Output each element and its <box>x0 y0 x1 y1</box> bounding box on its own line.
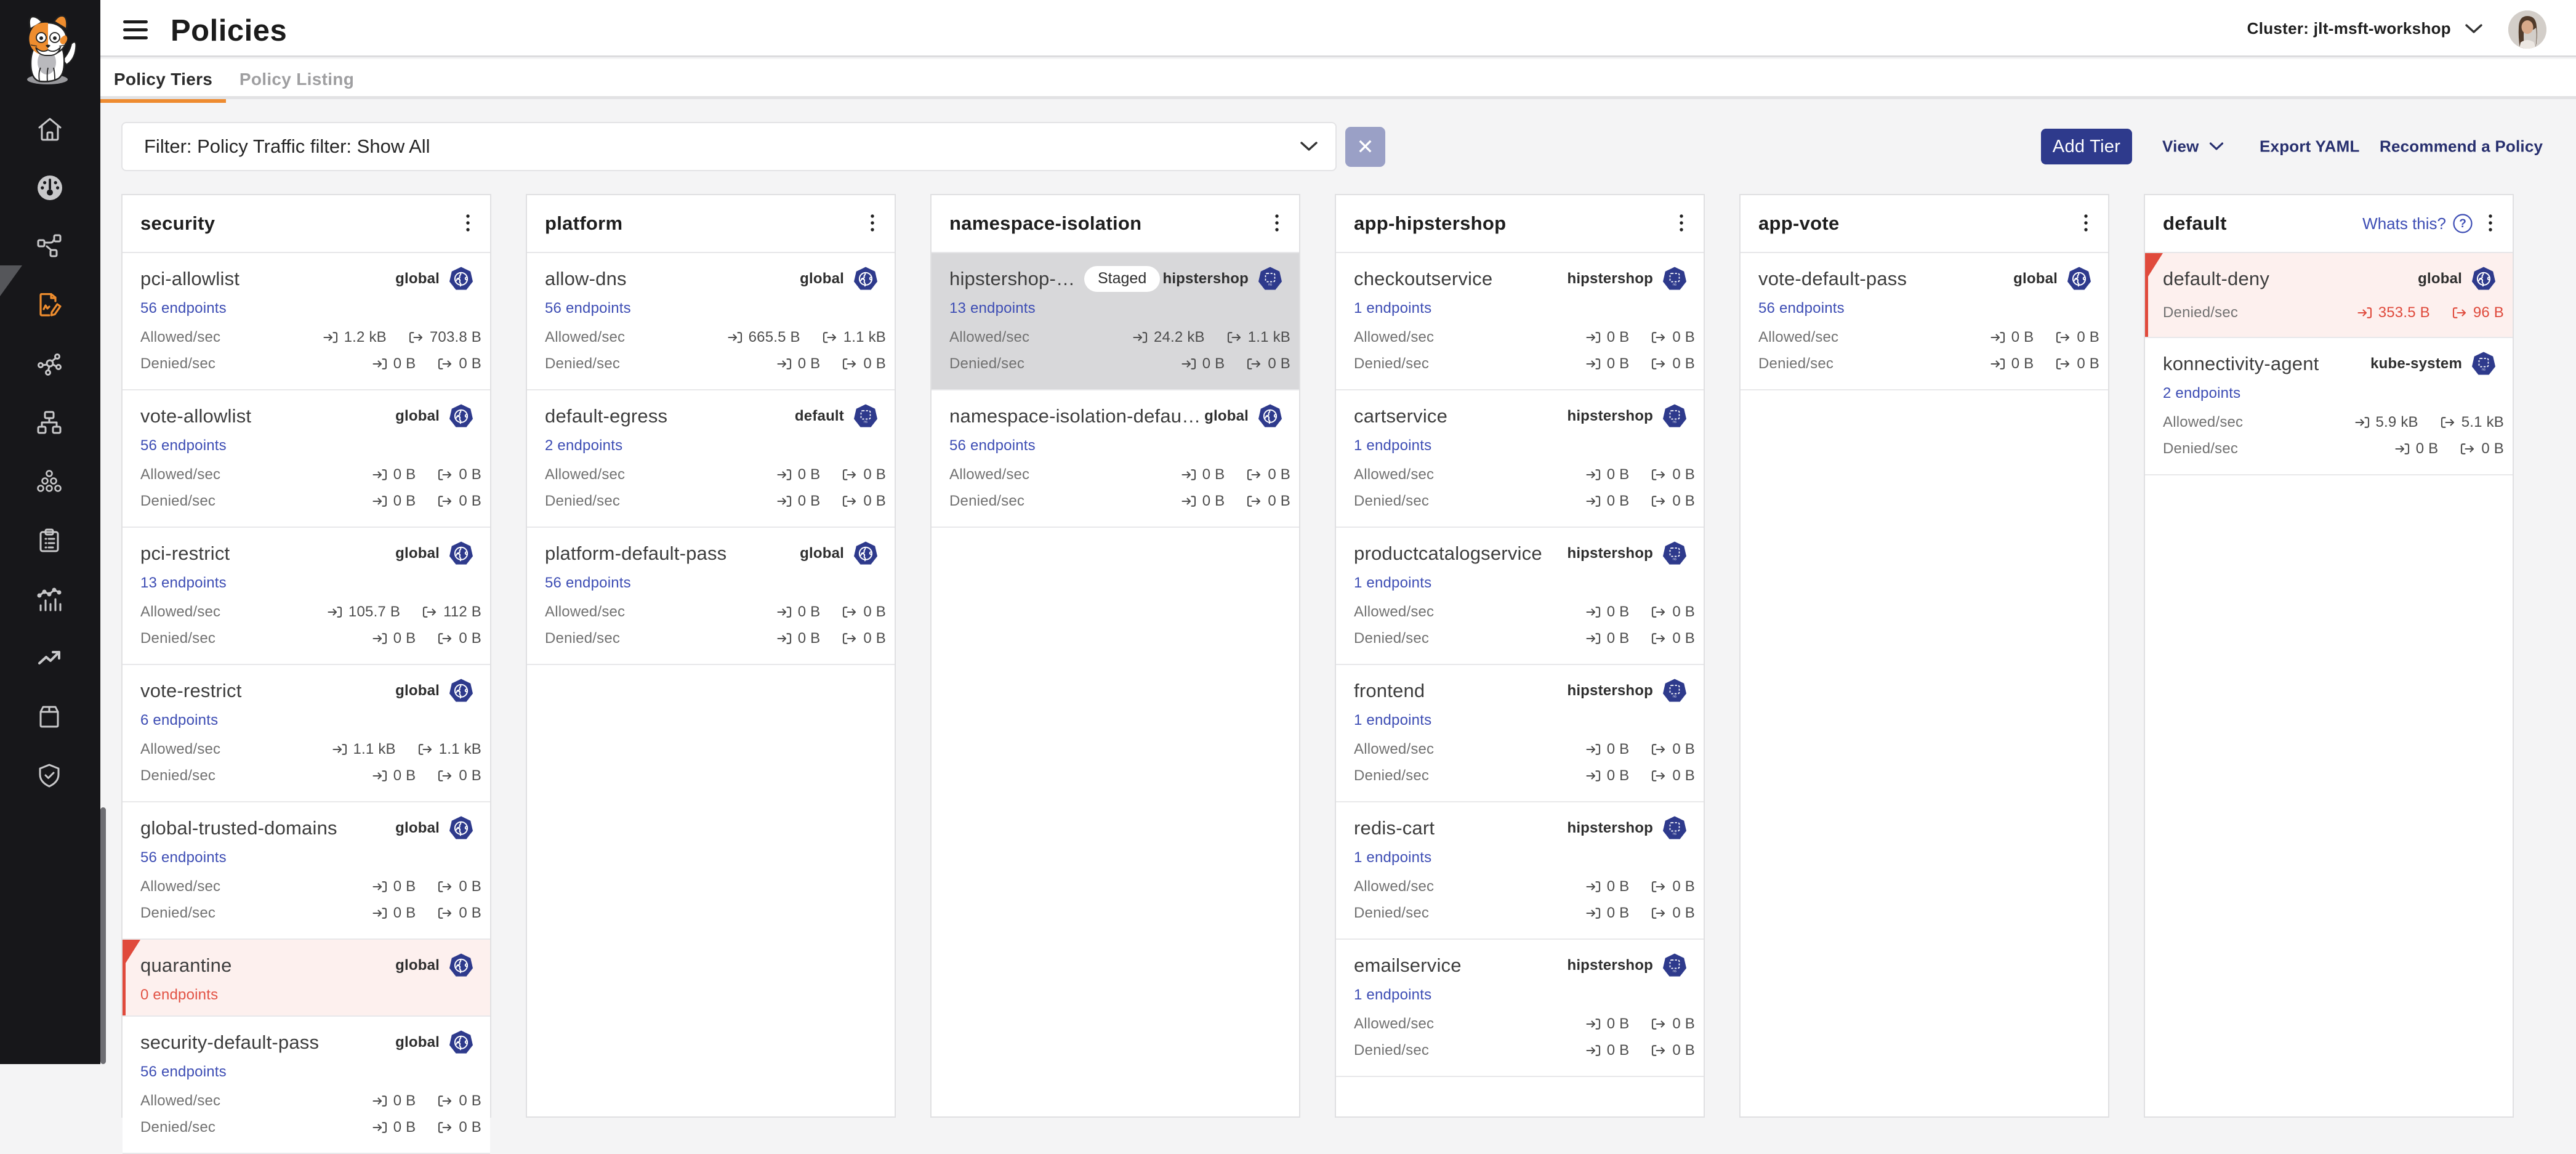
svg-text:ns: ns <box>1673 420 1676 424</box>
svg-text:ns: ns <box>1268 283 1272 286</box>
svg-text:?: ? <box>2459 217 2466 230</box>
svg-text:ns: ns <box>1673 695 1676 698</box>
svg-text:ns: ns <box>1673 283 1676 286</box>
svg-text:ns: ns <box>2482 368 2485 371</box>
svg-text:ns: ns <box>1673 557 1676 561</box>
svg-text:ns: ns <box>864 420 867 424</box>
svg-text:ns: ns <box>1673 832 1676 836</box>
svg-text:ns: ns <box>1673 969 1676 973</box>
